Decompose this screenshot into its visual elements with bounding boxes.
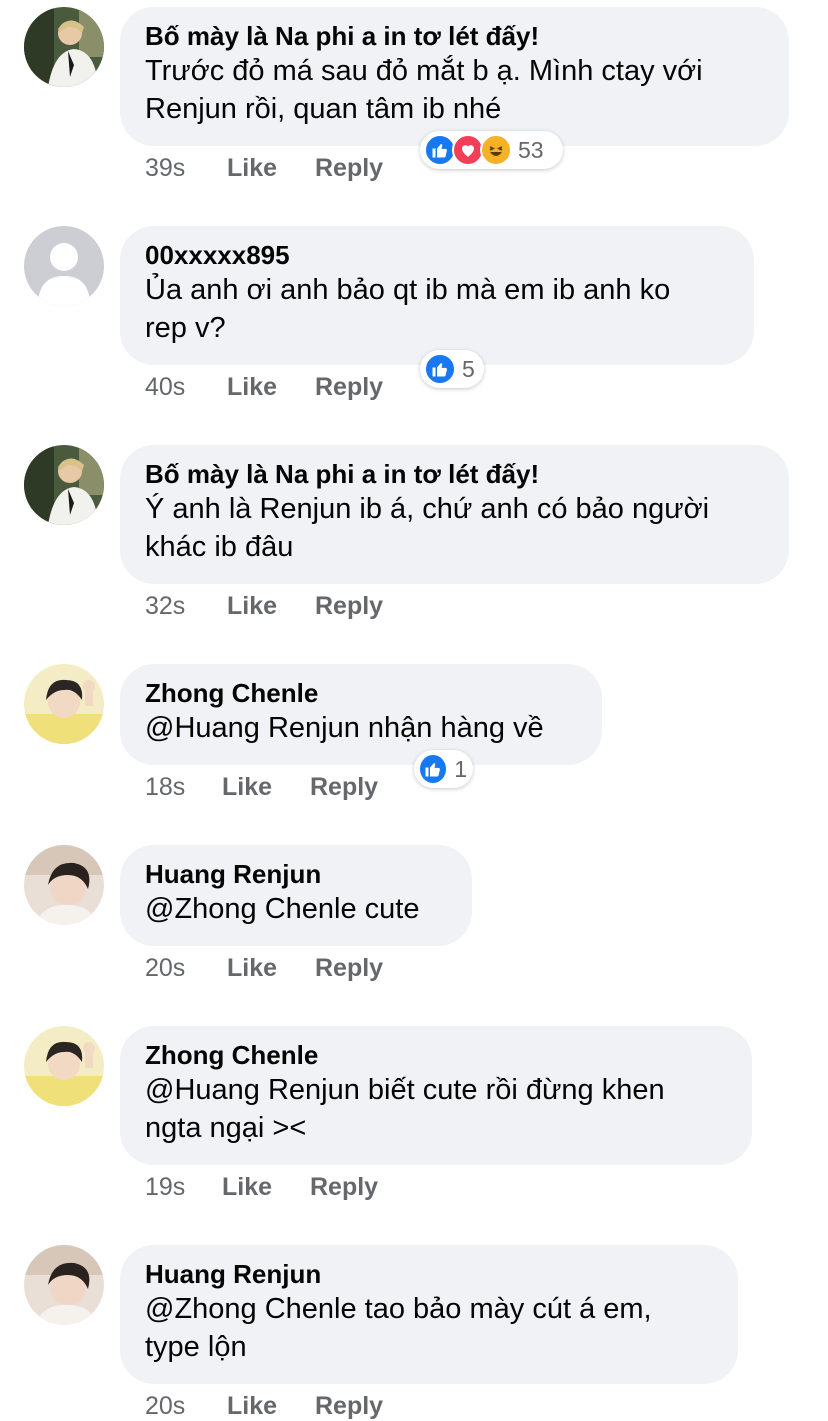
comment-timestamp[interactable]: 32s — [145, 592, 227, 621]
comment-bubble: Huang Renjun @Zhong Chenle tao bảo mày c… — [120, 1245, 738, 1384]
avatar[interactable] — [24, 1245, 104, 1325]
like-button[interactable]: Like — [227, 154, 315, 183]
comment-bubble: 00xxxxx895 Ủa anh ơi anh bảo qt ib mà em… — [120, 226, 754, 365]
like-button[interactable]: Like — [227, 373, 315, 402]
like-button[interactable]: Like — [222, 1173, 310, 1202]
haha-icon — [480, 134, 512, 166]
comment-timestamp[interactable]: 20s — [145, 954, 227, 983]
avatar[interactable] — [24, 445, 104, 525]
comment-text: @Zhong Chenle tao bảo mày cút á em, type… — [145, 1293, 652, 1363]
comment-meta: 20s Like Reply — [145, 954, 383, 983]
comment-timestamp[interactable]: 19s — [145, 1173, 222, 1202]
like-icon — [424, 353, 456, 385]
comment-author[interactable]: Zhong Chenle — [145, 1039, 727, 1071]
reaction-count: 53 — [518, 136, 544, 163]
like-button[interactable]: Like — [222, 773, 310, 802]
comment-text: Ủa anh ơi anh bảo qt ib mà em ib anh ko … — [145, 274, 671, 344]
comment-bubble: Huang Renjun @Zhong Chenle cute — [120, 845, 472, 946]
comment-author[interactable]: Huang Renjun — [145, 858, 447, 890]
like-button[interactable]: Like — [227, 954, 315, 983]
comment-meta: 18s Like Reply — [145, 773, 378, 802]
reply-button[interactable]: Reply — [310, 773, 378, 802]
reaction-count: 1 — [454, 755, 467, 782]
comment-meta: 20s Like Reply — [145, 1392, 383, 1421]
reply-button[interactable]: Reply — [310, 1173, 378, 1202]
comment-bubble: Bố mày là Na phi a in tơ lét đấy! Ý anh … — [120, 445, 789, 584]
comment-text: @Zhong Chenle cute — [145, 893, 420, 925]
comment-timestamp[interactable]: 39s — [145, 154, 227, 183]
comment-author[interactable]: Huang Renjun — [145, 1258, 713, 1290]
comment-author[interactable]: Zhong Chenle — [145, 677, 577, 709]
comment-author[interactable]: Bố mày là Na phi a in tơ lét đấy! — [145, 20, 764, 52]
reaction-count: 5 — [462, 355, 475, 382]
comment-text: @Huang Renjun nhận hàng về — [145, 712, 544, 744]
avatar[interactable] — [24, 664, 104, 744]
like-icon — [418, 753, 449, 785]
comment-timestamp[interactable]: 18s — [145, 773, 222, 802]
avatar[interactable] — [24, 7, 104, 87]
comment-author[interactable]: 00xxxxx895 — [145, 239, 729, 271]
comment-text: @Huang Renjun biết cute rồi đừng khen ng… — [145, 1074, 665, 1144]
comment-author[interactable]: Bố mày là Na phi a in tơ lét đấy! — [145, 458, 764, 490]
reply-button[interactable]: Reply — [315, 954, 383, 983]
reaction-summary[interactable]: 5 — [420, 350, 484, 388]
comment-meta: 39s Like Reply — [145, 154, 383, 183]
comment-bubble: Zhong Chenle @Huang Renjun biết cute rồi… — [120, 1026, 752, 1165]
avatar[interactable] — [24, 845, 104, 925]
avatar[interactable] — [24, 226, 104, 306]
like-button[interactable]: Like — [227, 1392, 315, 1421]
comment-bubble: Bố mày là Na phi a in tơ lét đấy! Trước … — [120, 7, 789, 146]
comment-timestamp[interactable]: 20s — [145, 1392, 227, 1421]
reply-button[interactable]: Reply — [315, 373, 383, 402]
reply-button[interactable]: Reply — [315, 592, 383, 621]
comment-meta: 40s Like Reply — [145, 373, 383, 402]
reaction-summary[interactable]: 1 — [414, 750, 473, 788]
comment-timestamp[interactable]: 40s — [145, 373, 227, 402]
avatar[interactable] — [24, 1026, 104, 1106]
comment-text: Trước đỏ má sau đỏ mắt b ạ. Mình ctay vớ… — [145, 55, 703, 125]
reaction-summary[interactable]: 53 — [420, 131, 563, 169]
comment-bubble: Zhong Chenle @Huang Renjun nhận hàng về — [120, 664, 602, 765]
like-button[interactable]: Like — [227, 592, 315, 621]
comment-text: Ý anh là Renjun ib á, chứ anh có bảo ngư… — [145, 493, 710, 563]
reply-button[interactable]: Reply — [315, 1392, 383, 1421]
comment-meta: 19s Like Reply — [145, 1173, 378, 1202]
comment-meta: 32s Like Reply — [145, 592, 383, 621]
reply-button[interactable]: Reply — [315, 154, 383, 183]
